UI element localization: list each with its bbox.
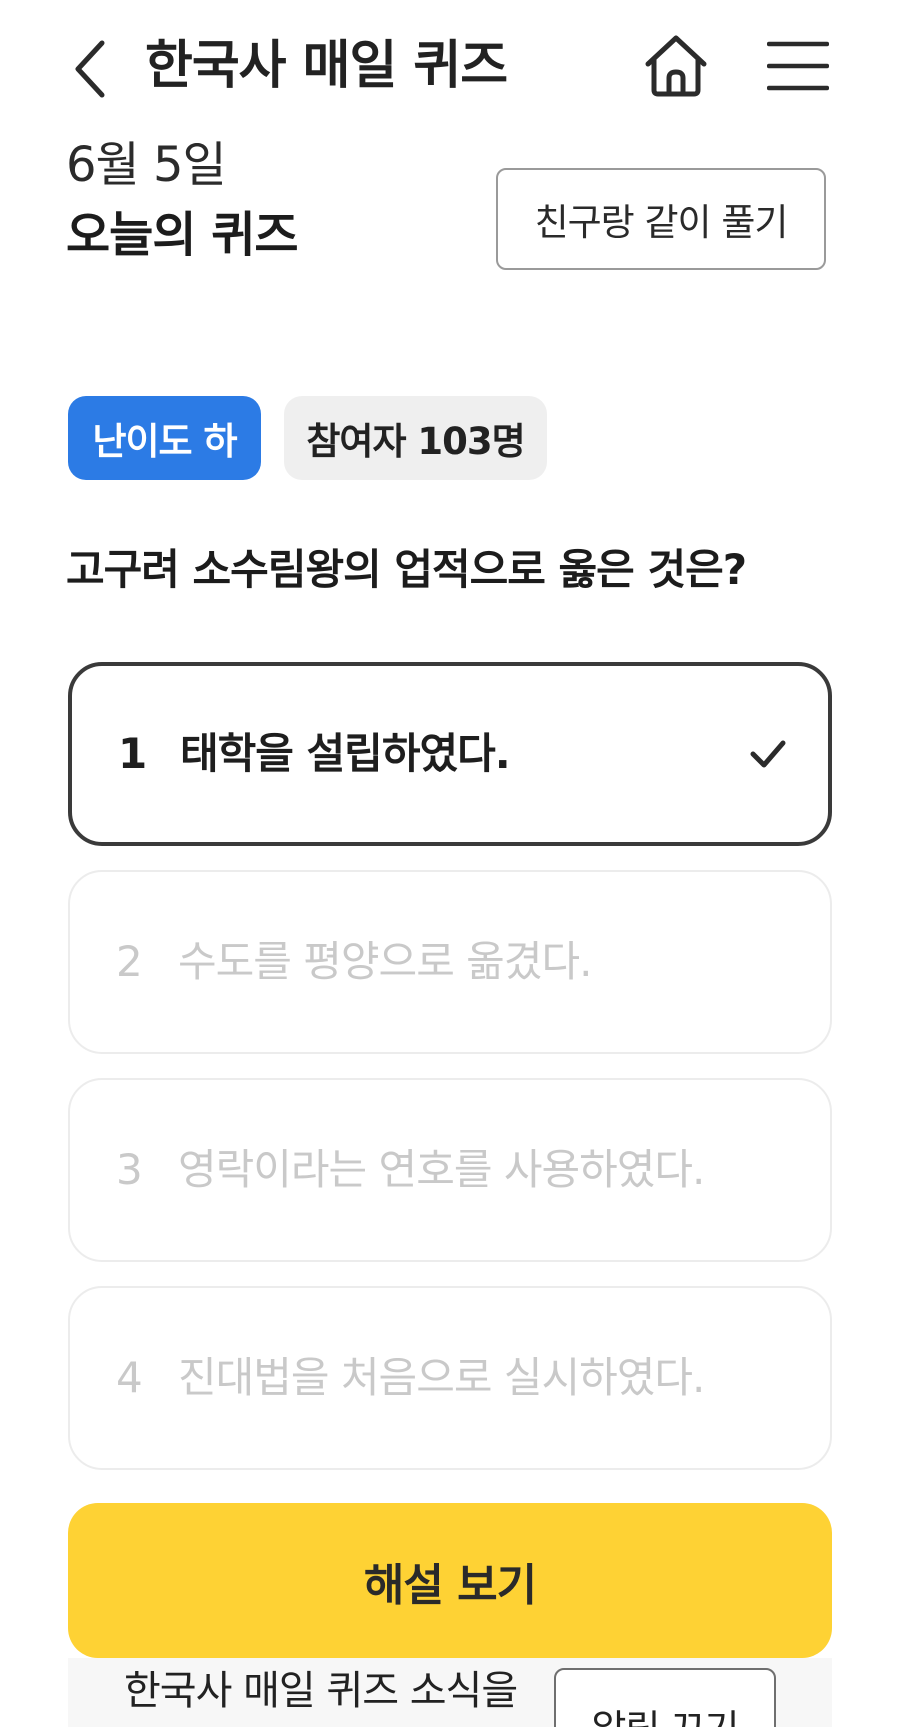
option-number: 4 xyxy=(116,1353,143,1402)
answer-option-4[interactable]: 4 진대법을 처음으로 실시하였다. xyxy=(68,1286,832,1470)
notification-banner: 한국사 매일 퀴즈 소식을 알림 끄기 xyxy=(68,1658,832,1727)
answer-option-2[interactable]: 2 수도를 평양으로 옮겼다. xyxy=(68,870,832,1054)
notification-off-button[interactable]: 알림 끄기 xyxy=(554,1668,776,1727)
answer-option-1[interactable]: 1 태학을 설립하였다. xyxy=(68,662,832,846)
chevron-left-icon xyxy=(75,40,105,98)
option-text: 영락이라는 연호를 사용하였다. xyxy=(178,1145,705,1194)
check-icon xyxy=(750,740,786,768)
answer-option-3[interactable]: 3 영락이라는 연호를 사용하였다. xyxy=(68,1078,832,1262)
hamburger-menu-icon xyxy=(767,41,829,91)
quiz-question: 고구려 소수림왕의 업적으로 옳은 것은? xyxy=(66,545,747,594)
view-explanation-button[interactable]: 해설 보기 xyxy=(68,1503,832,1658)
app-title: 한국사 매일 퀴즈 xyxy=(145,36,508,96)
option-number: 1 xyxy=(118,729,148,778)
difficulty-badge: 난이도 하 xyxy=(68,396,261,480)
notification-text: 한국사 매일 퀴즈 소식을 xyxy=(124,1668,518,1714)
home-button[interactable] xyxy=(638,28,714,104)
back-button[interactable] xyxy=(62,32,118,106)
menu-button[interactable] xyxy=(764,34,832,98)
play-with-friend-button[interactable]: 친구랑 같이 풀기 xyxy=(496,168,826,270)
home-icon xyxy=(645,35,707,97)
option-number: 3 xyxy=(116,1145,143,1194)
quiz-date: 6월 5일 xyxy=(66,137,227,193)
page-title: 오늘의 퀴즈 xyxy=(66,207,299,263)
option-number: 2 xyxy=(116,937,143,986)
participants-badge: 참여자 103명 xyxy=(284,396,547,480)
option-text: 태학을 설립하였다. xyxy=(180,729,511,778)
option-text: 진대법을 처음으로 실시하였다. xyxy=(178,1353,705,1402)
option-text: 수도를 평양으로 옮겼다. xyxy=(178,937,592,986)
